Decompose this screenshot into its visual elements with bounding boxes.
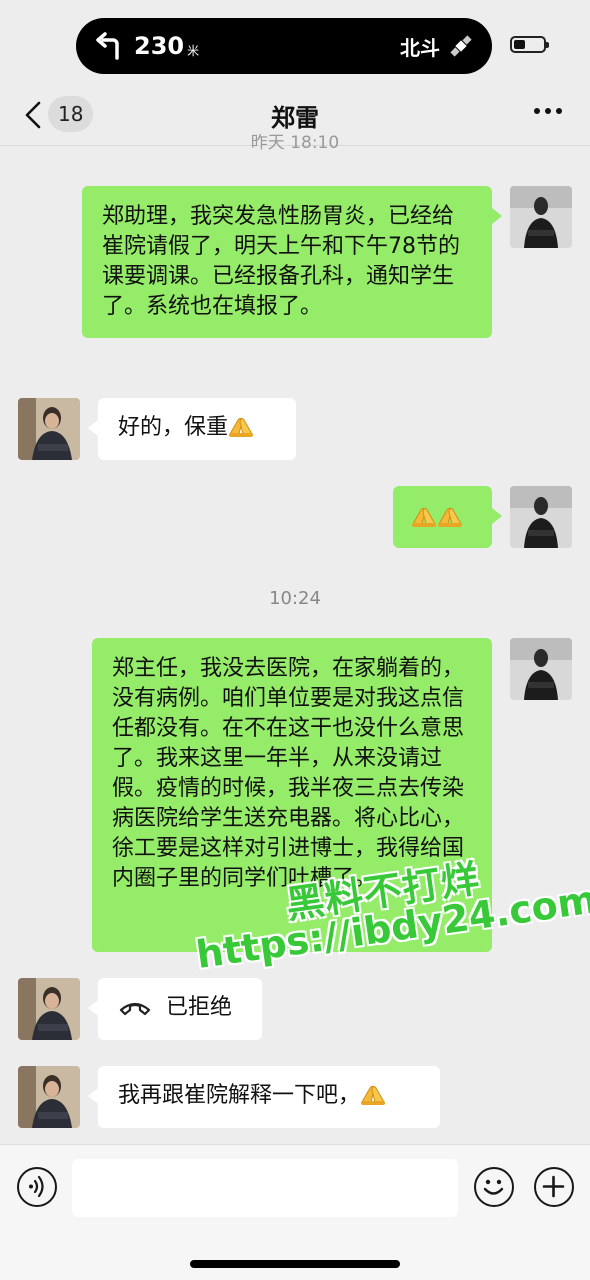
avatar-contact[interactable] xyxy=(18,978,80,1040)
folded-hands-icon xyxy=(437,504,463,528)
message-text: 好的，保重 xyxy=(118,415,229,440)
more-dots-icon[interactable] xyxy=(534,108,562,114)
battery-icon xyxy=(510,36,549,53)
message-input[interactable] xyxy=(72,1159,458,1217)
message-bubble-sent[interactable]: 郑助理，我突发急性肠胃炎，已经给崔院请假了，明天上午和下午78节的课要调课。已经… xyxy=(82,186,502,338)
chat-title: 郑雷 xyxy=(271,104,319,132)
satellite-icon xyxy=(448,33,474,59)
input-bar xyxy=(0,1144,590,1280)
home-indicator xyxy=(190,1260,400,1268)
navigation-unit: 米 xyxy=(187,43,200,58)
message-bubble-received[interactable]: 好的，保重 xyxy=(88,398,296,460)
folded-hands-icon xyxy=(360,1082,386,1106)
avatar-contact[interactable] xyxy=(18,1066,80,1128)
message-bubble-sent-emoji[interactable] xyxy=(393,486,502,548)
message-text: 郑助理，我突发急性肠胃炎，已经给崔院请假了，明天上午和下午78节的课要调课。已经… xyxy=(102,204,460,319)
turn-left-icon xyxy=(94,31,124,61)
folded-hands-icon xyxy=(411,504,437,528)
clipped-timestamp: 昨天 18:10 xyxy=(250,134,340,152)
navigation-system-label: 北斗 xyxy=(400,35,440,60)
folded-hands-icon xyxy=(228,414,254,438)
avatar-self[interactable] xyxy=(510,486,572,548)
avatar-self[interactable] xyxy=(510,186,572,248)
navigation-pill[interactable]: 230 米 北斗 xyxy=(76,18,492,74)
emoji-icon[interactable] xyxy=(474,1167,514,1207)
plus-icon[interactable] xyxy=(534,1167,574,1207)
message-timestamp: 10:24 xyxy=(269,588,321,609)
avatar-contact[interactable] xyxy=(18,398,80,460)
message-text: 我再跟崔院解释一下吧， xyxy=(118,1083,361,1108)
navigation-distance: 230 xyxy=(134,32,185,60)
phone-call-icon xyxy=(118,996,152,1016)
avatar-self[interactable] xyxy=(510,638,572,700)
voice-icon[interactable] xyxy=(17,1167,57,1207)
message-bubble-received[interactable]: 我再跟崔院解释一下吧， xyxy=(88,1066,440,1128)
